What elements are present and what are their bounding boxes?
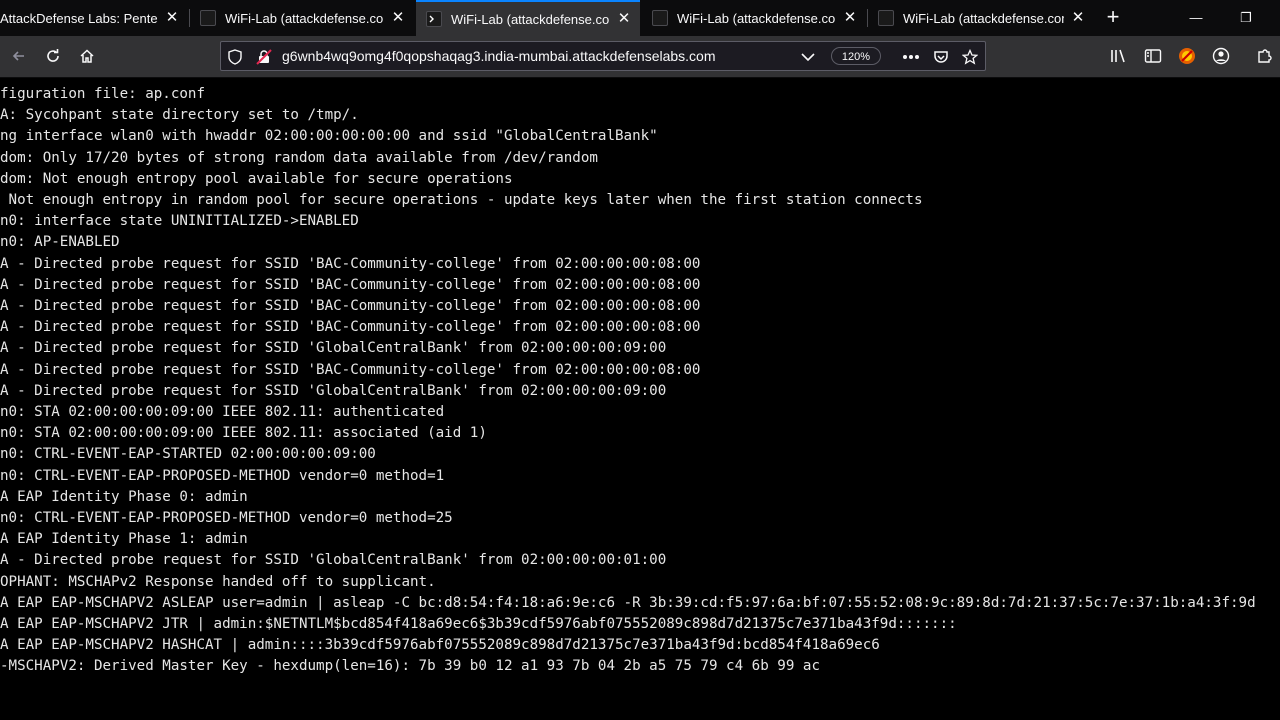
terminal-line: A EAP EAP-MSCHAPV2 ASLEAP user=admin | a… [0, 594, 1256, 611]
terminal-line: A - Directed probe request for SSID 'Glo… [0, 552, 667, 569]
browser-tab[interactable]: AttackDefense Labs: Pentester ✕ [0, 0, 188, 36]
extensions-menu-button[interactable] [1254, 45, 1276, 67]
home-button[interactable] [76, 45, 98, 67]
close-icon[interactable]: ✕ [1070, 10, 1086, 26]
terminal-line: n0: STA 02:00:00:00:09:00 IEEE 802.11: a… [0, 404, 445, 420]
extension-icon [1179, 48, 1195, 64]
library-button[interactable] [1108, 45, 1130, 67]
address-bar[interactable]: g6wnb4wq9omg4f0qopshaqag3.india-mumbai.a… [220, 41, 986, 71]
terminal-line: n0: interface state UNINITIALIZED->ENABL… [0, 213, 359, 230]
terminal-line: dom: Only 17/20 bytes of strong random d… [0, 149, 598, 166]
terminal-line: OPHANT: MSCHAPv2 Response handed off to … [0, 573, 436, 590]
zoom-level-button[interactable]: 120% [831, 47, 881, 65]
browser-tab-active[interactable]: WiFi-Lab (attackdefense.com) ✕ [416, 0, 640, 36]
reload-button[interactable] [42, 45, 64, 67]
tab-title: WiFi-Lab (attackdefense.com) [451, 11, 610, 27]
terminal-line: A - Directed probe request for SSID 'BAC… [0, 255, 701, 272]
favicon-icon [652, 10, 668, 26]
minimize-button[interactable]: — [1186, 8, 1206, 28]
shield-icon[interactable] [226, 48, 244, 66]
url-text: g6wnb4wq9omg4f0qopshaqag3.india-mumbai.a… [282, 48, 716, 64]
terminal-line: n0: CTRL-EVENT-EAP-PROPOSED-METHOD vendo… [0, 510, 453, 526]
terminal-favicon-icon [426, 11, 442, 27]
terminal-line: -MSCHAPV2: Derived Master Key - hexdump(… [0, 658, 820, 675]
tab-title: AttackDefense Labs: Pentester [0, 10, 158, 26]
terminal-line: A - Directed probe request for SSID 'BAC… [0, 361, 701, 378]
extension-button[interactable] [1176, 45, 1198, 67]
restore-button[interactable]: ❐ [1236, 8, 1256, 28]
navigation-toolbar: g6wnb4wq9omg4f0qopshaqag3.india-mumbai.a… [0, 36, 1280, 78]
close-icon[interactable]: ✕ [164, 10, 180, 26]
home-icon [80, 49, 94, 63]
terminal-line: A EAP Identity Phase 1: admin [0, 531, 248, 548]
terminal-line: A - Directed probe request for SSID 'BAC… [0, 319, 701, 336]
browser-tab[interactable]: WiFi-Lab (attackdefense.com) ✕ [868, 0, 1094, 36]
close-icon[interactable]: ✕ [842, 10, 858, 26]
terminal-line: figuration file: ap.conf [0, 86, 205, 102]
library-icon [1111, 49, 1125, 63]
terminal-line: A - Directed probe request for SSID 'BAC… [0, 298, 701, 314]
terminal-line: n0: CTRL-EVENT-EAP-STARTED 02:00:00:00:0… [0, 446, 376, 463]
tab-title: WiFi-Lab (attackdefense.com) [903, 10, 1064, 26]
terminal-line: A EAP Identity Phase 0: admin [0, 488, 248, 505]
favicon-icon [200, 10, 216, 26]
terminal-line: ng interface wlan0 with hwaddr 02:00:00:… [0, 128, 658, 145]
close-icon[interactable]: ✕ [390, 10, 406, 26]
account-icon [1212, 47, 1230, 65]
tab-title: WiFi-Lab (attackdefense.com) [677, 10, 836, 26]
nav-left-edge-4 [8, 45, 30, 67]
sidebar-icon [1144, 49, 1162, 63]
reload-icon [47, 49, 59, 62]
bookmark-star-icon[interactable] [961, 48, 979, 66]
new-tab-button[interactable]: + [1102, 6, 1124, 28]
terminal-line: n0: CTRL-EVENT-EAP-PROPOSED-METHOD vendo… [0, 467, 445, 484]
terminal-line: dom: Not enough entropy pool available f… [0, 170, 513, 187]
puzzle-icon [1258, 49, 1272, 63]
terminal-line: A - Directed probe request for SSID 'Glo… [0, 340, 667, 357]
terminal-line: n0: STA 02:00:00:00:09:00 IEEE 802.11: a… [0, 425, 487, 442]
terminal-line: A EAP EAP-MSCHAPV2 HASHCAT | admin::::3b… [0, 637, 880, 654]
terminal-line: A EAP EAP-MSCHAPV2 JTR | admin:$NETNTLM$… [0, 616, 957, 632]
tab-title: WiFi-Lab (attackdefense.com) [225, 10, 384, 26]
terminal-output[interactable]: figuration file: ap.conf A: Sycohpant sta… [0, 78, 1280, 720]
more-actions-icon[interactable] [902, 48, 920, 66]
chevron-down-icon[interactable] [799, 48, 817, 66]
terminal-line: n0: AP-ENABLED [0, 234, 120, 251]
sidebar-button[interactable] [1142, 45, 1164, 67]
account-button[interactable] [1210, 45, 1232, 67]
terminal-line: Not enough entropy in random pool for se… [0, 192, 923, 208]
close-icon[interactable]: ✕ [616, 11, 632, 27]
insecure-lock-icon[interactable] [255, 48, 273, 66]
browser-tab[interactable]: WiFi-Lab (attackdefense.com) ✕ [642, 0, 866, 36]
favicon-icon [878, 10, 894, 26]
terminal-line: A: Sycohpant state directory set to /tmp… [0, 107, 359, 124]
terminal-line: A - Directed probe request for SSID 'Glo… [0, 382, 667, 399]
browser-tab[interactable]: WiFi-Lab (attackdefense.com) ✕ [190, 0, 414, 36]
pocket-icon[interactable] [932, 48, 950, 66]
tab-strip: AttackDefense Labs: Pentester ✕ WiFi-Lab… [0, 0, 1280, 36]
terminal-line: A - Directed probe request for SSID 'BAC… [0, 276, 701, 293]
